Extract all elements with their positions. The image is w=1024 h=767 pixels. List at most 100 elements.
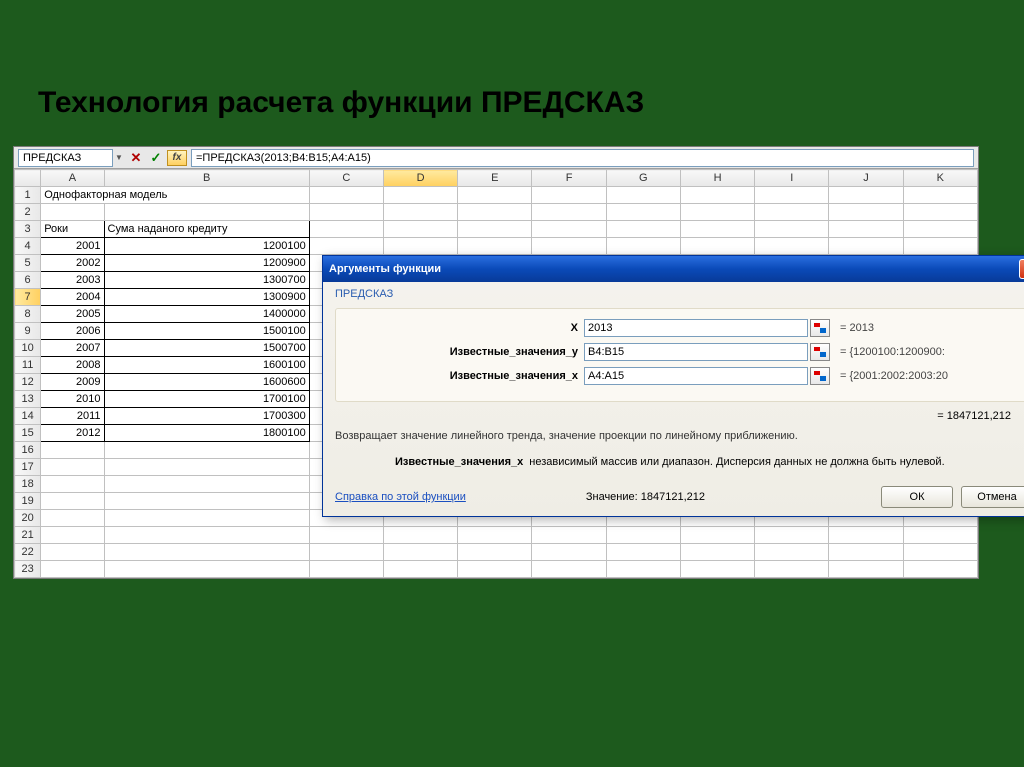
cell[interactable] [755,544,829,561]
row-header[interactable]: 20 [15,510,41,527]
cell[interactable] [755,238,829,255]
cell[interactable] [903,238,977,255]
fx-icon[interactable]: fx [167,150,187,166]
range-selector-icon[interactable] [810,319,830,337]
cell[interactable] [104,476,309,493]
cell[interactable]: 2009 [41,374,104,391]
cell[interactable]: 2006 [41,323,104,340]
cell[interactable]: 2010 [41,391,104,408]
cell[interactable]: 1700300 [104,408,309,425]
cell[interactable] [384,187,458,204]
cell[interactable]: 2002 [41,255,104,272]
cell[interactable] [903,561,977,578]
formula-input[interactable]: =ПРЕДСКАЗ(2013;B4:B15;A4:A15) [191,149,974,167]
cell[interactable] [384,561,458,578]
cell[interactable] [829,561,903,578]
cancel-button[interactable]: Отмена [961,486,1024,508]
cell[interactable] [829,221,903,238]
name-box[interactable]: ПРЕДСКАЗ [18,149,113,167]
row-header[interactable]: 10 [15,340,41,357]
row-header[interactable]: 7 [15,289,41,306]
row-header[interactable]: 6 [15,272,41,289]
row-header[interactable]: 19 [15,493,41,510]
cell[interactable] [104,561,309,578]
arg-input-known-x[interactable] [584,367,808,385]
row-header[interactable]: 14 [15,408,41,425]
cell[interactable]: 2003 [41,272,104,289]
cell[interactable] [903,221,977,238]
row-header[interactable]: 15 [15,425,41,442]
cell[interactable] [532,187,606,204]
ok-button[interactable]: ОК [881,486,953,508]
cell[interactable] [606,238,680,255]
cell[interactable] [829,544,903,561]
cell[interactable]: 1300900 [104,289,309,306]
cell[interactable] [606,544,680,561]
cell[interactable] [41,510,104,527]
cell[interactable] [680,204,754,221]
cell[interactable] [384,527,458,544]
cell[interactable] [606,527,680,544]
cell[interactable] [606,561,680,578]
cell[interactable]: 1600100 [104,357,309,374]
range-selector-icon[interactable] [810,343,830,361]
cell[interactable]: 2004 [41,289,104,306]
col-header-G[interactable]: G [606,170,680,187]
cell[interactable]: 2012 [41,425,104,442]
cell[interactable]: 2007 [41,340,104,357]
cell[interactable] [309,221,383,238]
cell[interactable] [680,527,754,544]
arg-input-x[interactable] [584,319,808,337]
cell[interactable]: 1800100 [104,425,309,442]
cell[interactable] [384,238,458,255]
cell[interactable]: 2011 [41,408,104,425]
row-header[interactable]: 9 [15,323,41,340]
row-header[interactable]: 4 [15,238,41,255]
cell[interactable] [104,459,309,476]
cell[interactable] [680,544,754,561]
cell[interactable] [309,204,383,221]
cell[interactable] [384,221,458,238]
cell[interactable] [458,204,532,221]
cell[interactable] [104,510,309,527]
row-header[interactable]: 1 [15,187,41,204]
cell[interactable] [41,442,104,459]
cell[interactable] [458,221,532,238]
cell[interactable] [309,544,383,561]
cell[interactable] [606,204,680,221]
cell[interactable] [41,527,104,544]
arg-input-known-y[interactable] [584,343,808,361]
col-header-I[interactable]: I [755,170,829,187]
cell[interactable]: 1400000 [104,306,309,323]
cell[interactable]: 1500100 [104,323,309,340]
row-header[interactable]: 2 [15,204,41,221]
dialog-titlebar[interactable]: Аргументы функции ✕ [323,256,1024,282]
col-header-H[interactable]: H [680,170,754,187]
cell[interactable] [104,544,309,561]
cell[interactable] [829,527,903,544]
col-header-A[interactable]: A [41,170,104,187]
cell[interactable] [384,544,458,561]
col-header-C[interactable]: C [309,170,383,187]
cell[interactable] [903,204,977,221]
col-header-D[interactable]: D [384,170,458,187]
cell[interactable]: 2008 [41,357,104,374]
row-header[interactable]: 11 [15,357,41,374]
cell[interactable] [532,544,606,561]
cell[interactable]: 1300700 [104,272,309,289]
cell[interactable] [680,561,754,578]
cell[interactable] [755,527,829,544]
cell[interactable] [532,204,606,221]
row-header[interactable]: 16 [15,442,41,459]
cell[interactable] [104,493,309,510]
cell[interactable] [532,238,606,255]
col-header-K[interactable]: K [903,170,977,187]
row-header[interactable]: 5 [15,255,41,272]
col-header-J[interactable]: J [829,170,903,187]
row-header[interactable]: 23 [15,561,41,578]
cell[interactable] [829,187,903,204]
cell[interactable] [755,187,829,204]
col-header-B[interactable]: B [104,170,309,187]
cell[interactable] [41,476,104,493]
cell[interactable] [41,544,104,561]
